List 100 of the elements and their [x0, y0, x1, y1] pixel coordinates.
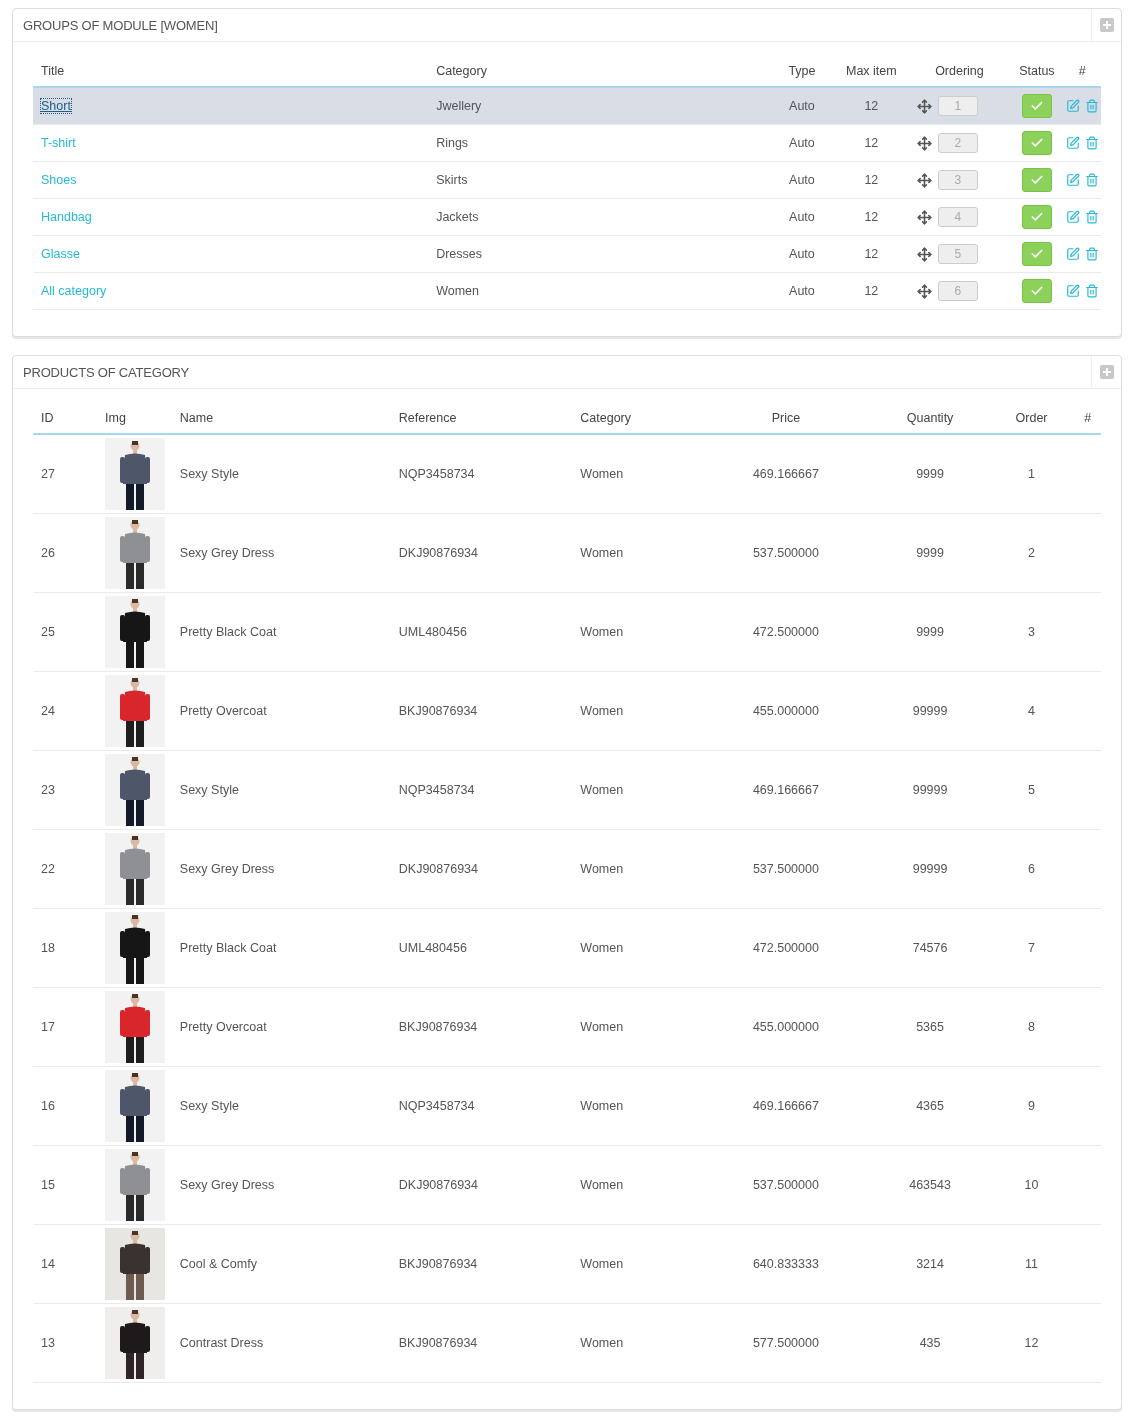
table-cell: Auto — [769, 124, 834, 162]
table-cell: 3214 — [871, 1224, 989, 1304]
table-cell: Sexy Grey Dress — [171, 513, 391, 593]
group-title-link[interactable]: Short — [41, 99, 71, 113]
table-cell: 463543 — [871, 1145, 989, 1225]
table-cell: Auto — [769, 198, 834, 236]
edit-icon[interactable] — [1065, 99, 1080, 113]
table-cell: 469.166667 — [700, 434, 872, 514]
table-cell: 1 — [988, 434, 1075, 514]
table-cell: Sexy Style — [171, 750, 391, 830]
table-row[interactable]: Handbag Jackets Auto 12 4 — [33, 198, 1101, 236]
table-cell: NQP3458734 — [390, 434, 573, 514]
status-button[interactable] — [1021, 279, 1052, 303]
table-row[interactable]: Shoes Skirts Auto 12 3 — [33, 161, 1101, 199]
table-cell: 2 — [988, 513, 1075, 593]
delete-icon[interactable] — [1084, 210, 1099, 224]
table-cell: 537.500000 — [700, 513, 872, 593]
table-cell: 9999 — [871, 592, 989, 672]
table-cell: Sexy Grey Dress — [171, 829, 391, 909]
table-cell: Sexy Grey Dress — [171, 1145, 391, 1225]
edit-icon[interactable] — [1065, 136, 1080, 150]
table-cell: Rings — [428, 124, 770, 162]
column-header: # — [1074, 411, 1101, 434]
move-icon[interactable] — [916, 172, 932, 188]
table-row[interactable]: T-shirt Rings Auto 12 2 — [33, 124, 1101, 162]
group-title-link[interactable]: Shoes — [41, 173, 77, 187]
table-cell: 9999 — [871, 434, 989, 514]
status-button[interactable] — [1021, 205, 1052, 229]
move-icon[interactable] — [916, 209, 932, 225]
column-header: ID — [33, 411, 98, 434]
status-button[interactable] — [1021, 131, 1052, 155]
table-cell: 5 — [988, 750, 1075, 830]
table-cell: 455.000000 — [700, 987, 872, 1067]
table-cell: 472.500000 — [700, 592, 872, 672]
group-title-link[interactable]: All category — [41, 284, 107, 298]
table-cell: Women — [572, 908, 701, 988]
table-cell: 12 — [834, 198, 909, 236]
move-icon[interactable] — [916, 246, 932, 262]
table-cell: 14 — [33, 1224, 98, 1304]
check-icon — [1029, 247, 1044, 261]
delete-icon[interactable] — [1084, 284, 1099, 298]
table-cell: 577.500000 — [700, 1303, 872, 1383]
table-cell: UML480456 — [390, 908, 573, 988]
column-header: Order — [988, 411, 1075, 434]
table-cell: Sexy Style — [171, 434, 391, 514]
edit-icon[interactable] — [1065, 210, 1080, 224]
table-cell: Cool & Comfy — [171, 1224, 391, 1304]
delete-icon[interactable] — [1084, 136, 1099, 150]
table-cell: 4365 — [871, 1066, 989, 1146]
table-cell: Women — [572, 1066, 701, 1146]
table-cell: 8 — [988, 987, 1075, 1067]
check-icon — [1029, 210, 1044, 224]
group-title-link[interactable]: Glasse — [41, 247, 80, 261]
delete-icon[interactable] — [1084, 247, 1099, 261]
move-icon[interactable] — [916, 98, 932, 114]
table-cell: 469.166667 — [700, 1066, 872, 1146]
table-cell: DKJ90876934 — [390, 829, 573, 909]
table-cell: 9 — [988, 1066, 1075, 1146]
delete-icon[interactable] — [1084, 99, 1099, 113]
table-cell: 74576 — [871, 908, 989, 988]
table-cell: 9999 — [871, 513, 989, 593]
delete-icon[interactable] — [1084, 173, 1099, 187]
table-cell: 12 — [988, 1303, 1075, 1383]
status-button[interactable] — [1021, 242, 1052, 266]
table-cell: Women — [572, 1303, 701, 1383]
add-icon — [1099, 18, 1114, 32]
column-header: Name — [171, 411, 391, 434]
column-header: Img — [97, 411, 172, 434]
table-cell: BKJ90876934 — [390, 671, 573, 751]
table-cell: Women — [572, 829, 701, 909]
edit-icon[interactable] — [1065, 284, 1080, 298]
table-cell: NQP3458734 — [390, 1066, 573, 1146]
group-title-link[interactable]: T-shirt — [41, 136, 76, 150]
table-row[interactable]: All category Women Auto 12 6 — [33, 272, 1101, 310]
table-cell: 23 — [33, 750, 98, 830]
table-cell: 537.500000 — [700, 829, 872, 909]
table-cell: UML480456 — [390, 592, 573, 672]
table-row[interactable]: Short Jwellery Auto 12 1 — [33, 87, 1101, 125]
check-icon — [1029, 99, 1044, 113]
check-icon — [1029, 136, 1044, 150]
table-cell: 15 — [33, 1145, 98, 1225]
table-row[interactable]: Glasse Dresses Auto 12 5 — [33, 235, 1101, 273]
column-header: Category — [572, 411, 701, 434]
move-icon[interactable] — [916, 135, 932, 151]
panel-title: PRODUCTS OF CATEGORY — [23, 364, 190, 380]
edit-icon[interactable] — [1065, 247, 1080, 261]
table-cell: Sexy Style — [171, 1066, 391, 1146]
table-cell: Women — [572, 750, 701, 830]
table-cell: Auto — [769, 272, 834, 310]
table-cell: Women — [572, 434, 701, 514]
column-header: Quantity — [871, 411, 989, 434]
table-cell: 22 — [33, 829, 98, 909]
group-title-link[interactable]: Handbag — [41, 210, 92, 224]
move-icon[interactable] — [916, 283, 932, 299]
status-button[interactable] — [1021, 94, 1052, 118]
edit-icon[interactable] — [1065, 173, 1080, 187]
column-header: Price — [700, 411, 872, 434]
column-header: Reference — [390, 411, 573, 434]
status-button[interactable] — [1021, 168, 1052, 192]
table-cell: BKJ90876934 — [390, 1303, 573, 1383]
